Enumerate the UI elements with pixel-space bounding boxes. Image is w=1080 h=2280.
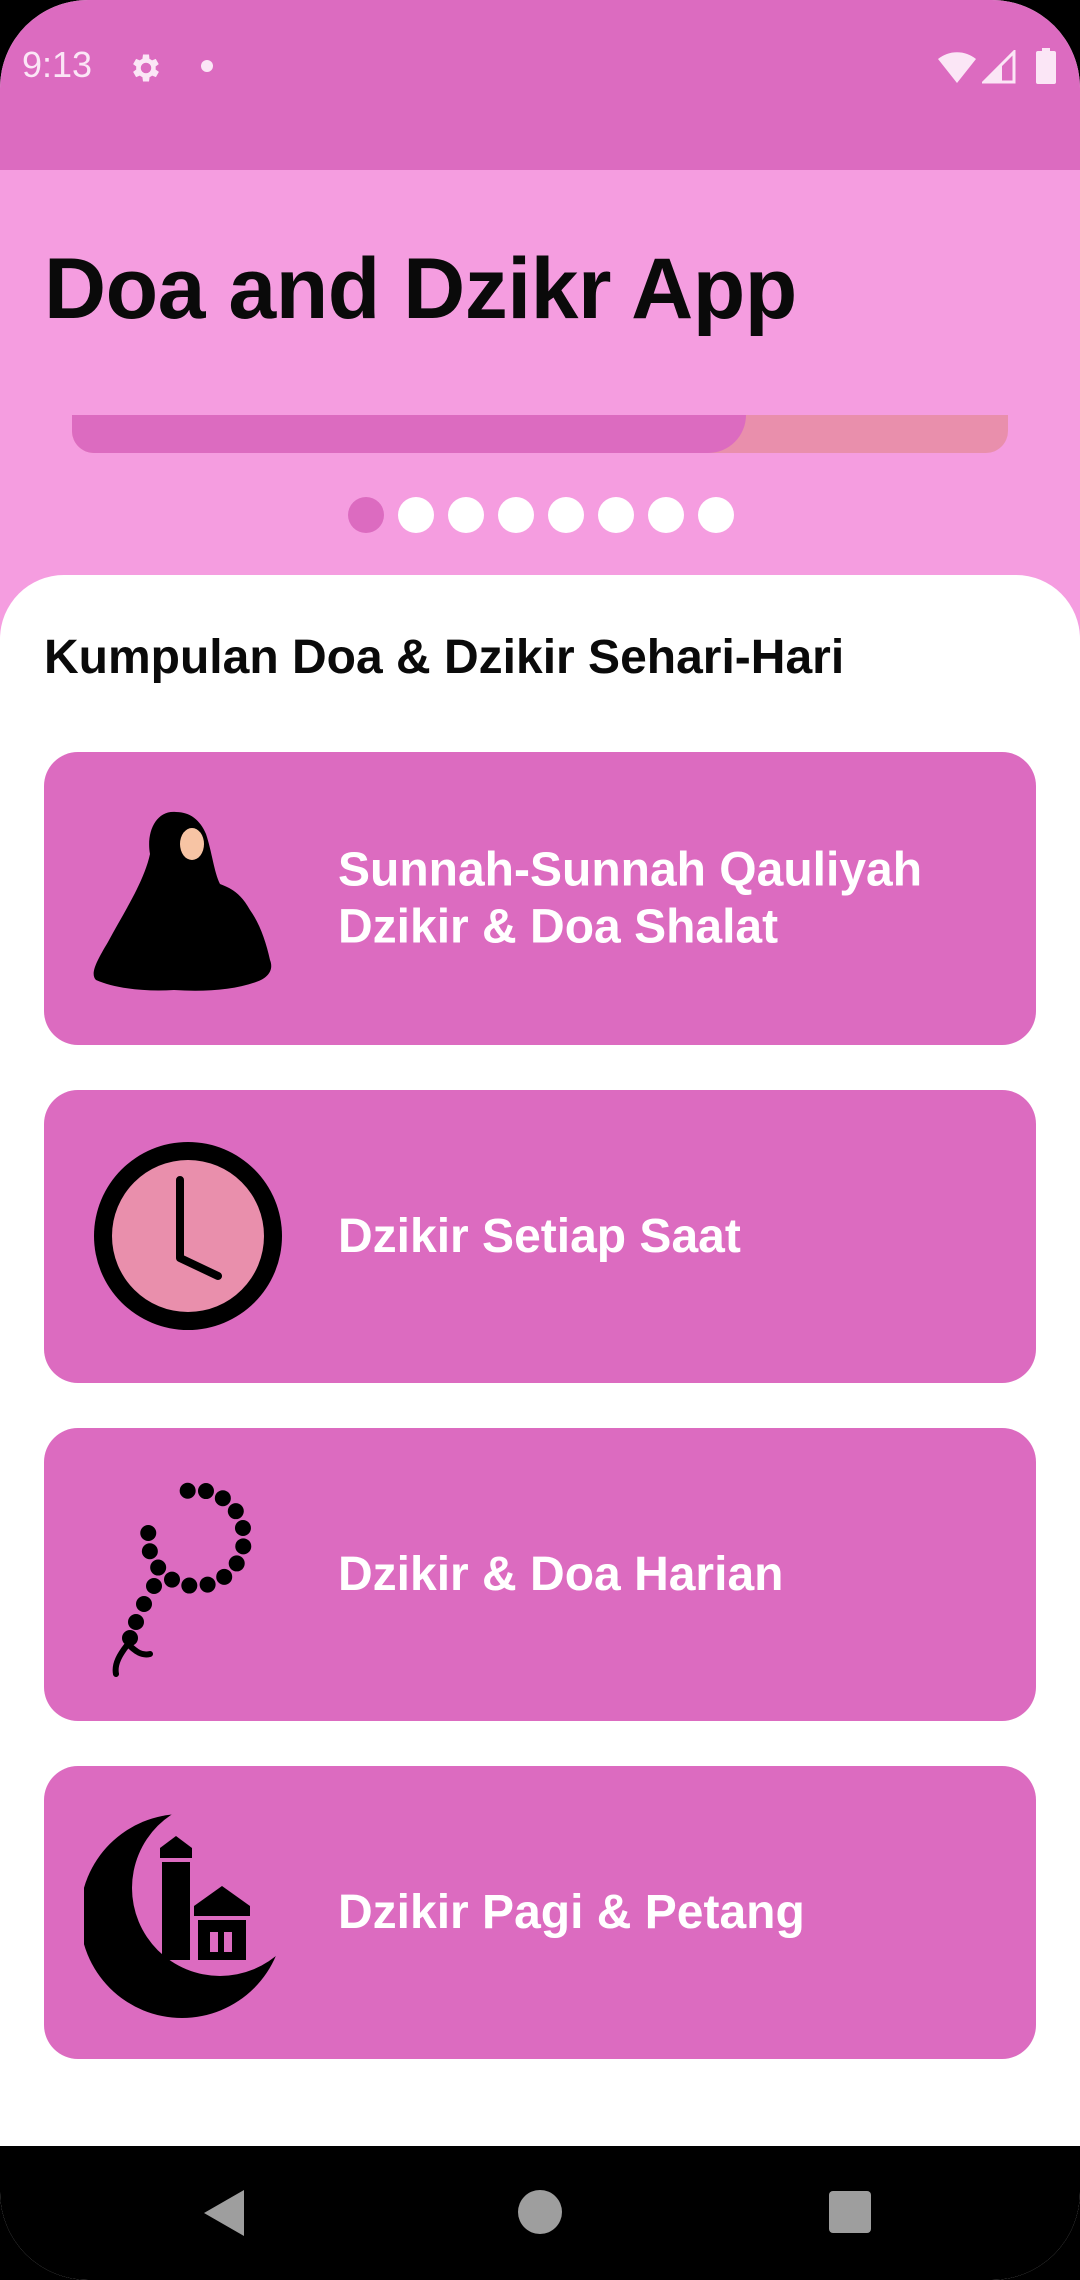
carousel-dot[interactable] [648, 497, 684, 533]
carousel-dot[interactable] [398, 497, 434, 533]
wifi-icon [938, 52, 976, 83]
app-title: Doa and Dzikr App [44, 241, 797, 337]
menu-card-label: Dzikir Setiap Saat [338, 1209, 741, 1263]
app-header: Doa and Dzikr App [0, 170, 1080, 640]
home-icon[interactable] [518, 2190, 562, 2234]
signal-icon [982, 50, 1016, 84]
carousel-dot[interactable] [448, 497, 484, 533]
carousel-dot[interactable] [698, 497, 734, 533]
battery-icon [1036, 48, 1056, 84]
menu-card-label: Dzikir & Doa Harian [338, 1547, 784, 1601]
recents-icon[interactable] [829, 2191, 871, 2233]
status-time: 9:13 [22, 44, 93, 85]
menu-card-dzikir-setiap-saat[interactable]: Dzikir Setiap Saat [44, 1090, 1036, 1383]
menu-card-dzikir-doa-harian[interactable]: Dzikir & Doa Harian [44, 1428, 1036, 1721]
carousel-banner-fill [72, 415, 746, 453]
carousel-dot[interactable] [498, 497, 534, 533]
menu-card-dzikir-pagi-petang[interactable]: Dzikir Pagi & Petang [44, 1766, 1036, 2059]
menu-card-label: Sunnah-Sunnah Qauliyah Dzikir & Doa Shal… [338, 842, 923, 954]
gear-icon [133, 54, 159, 82]
clock-icon [94, 1142, 282, 1330]
carousel-banner[interactable] [72, 415, 1008, 453]
menu-card-label: Dzikir Pagi & Petang [338, 1885, 805, 1939]
carousel-dot[interactable] [598, 497, 634, 533]
notification-dot-icon [201, 60, 213, 72]
carousel-page-indicator [348, 497, 734, 533]
menu-card-sunnah-qauliyah[interactable]: Sunnah-Sunnah Qauliyah Dzikir & Doa Shal… [44, 752, 1036, 1045]
status-bar: 9:13 [0, 0, 1080, 170]
carousel-dot[interactable] [548, 497, 584, 533]
praying-woman-icon [93, 811, 272, 991]
app-screen: 9:13 Doa and Dzikr App Kumpulan Doa & Dz… [0, 0, 1080, 2280]
content-sheet: Kumpulan Doa & Dzikir Sehari-Hari Sunnah… [0, 575, 1080, 2145]
system-nav-bar [0, 2146, 1080, 2280]
crescent-mosque-icon [84, 1814, 284, 2018]
section-title: Kumpulan Doa & Dzikir Sehari-Hari [44, 631, 845, 684]
back-icon[interactable] [204, 2190, 244, 2236]
carousel-dot[interactable] [348, 497, 384, 533]
prayer-beads-icon [112, 1482, 252, 1677]
